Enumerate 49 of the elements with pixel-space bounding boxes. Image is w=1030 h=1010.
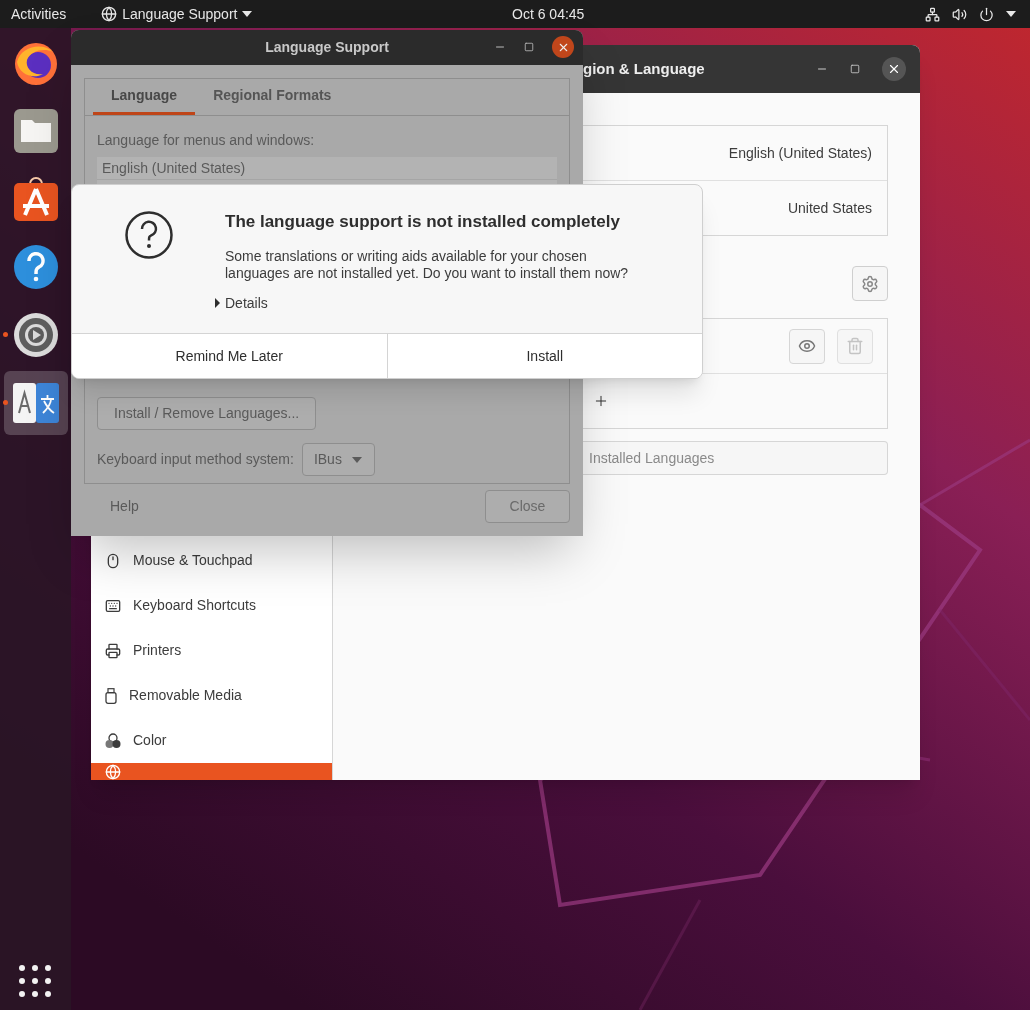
help-icon[interactable] bbox=[12, 244, 59, 290]
window-title: gion & Language bbox=[583, 58, 705, 79]
preview-button[interactable] bbox=[789, 328, 825, 364]
question-icon bbox=[124, 211, 173, 259]
shopping-bag-icon[interactable] bbox=[12, 176, 59, 222]
window-title: Language Support bbox=[265, 38, 389, 57]
app-menu[interactable]: Language Support bbox=[101, 3, 253, 25]
close-button[interactable] bbox=[882, 57, 906, 81]
printer-icon bbox=[105, 642, 121, 659]
color-circles-icon bbox=[105, 732, 121, 749]
tab[interactable]: Language bbox=[93, 79, 196, 115]
folder-icon[interactable] bbox=[12, 108, 59, 154]
globe-icon bbox=[101, 6, 118, 22]
formats-value[interactable]: United States bbox=[787, 197, 872, 219]
maximize-icon[interactable] bbox=[524, 42, 534, 52]
fox-globe-icon[interactable] bbox=[12, 40, 59, 86]
power-icon[interactable] bbox=[979, 6, 994, 22]
keyboard-icon bbox=[105, 597, 121, 614]
dropdown-caret-icon bbox=[351, 456, 362, 463]
keyboard-label: Keyboard input method system: bbox=[97, 450, 294, 469]
volume-icon[interactable] bbox=[952, 6, 967, 22]
dialog-button[interactable]: Install bbox=[386, 334, 702, 378]
list-label: Language for menus and windows: bbox=[97, 132, 315, 148]
mouse-icon bbox=[105, 552, 121, 569]
maximize-icon[interactable] bbox=[850, 64, 860, 74]
activities-button[interactable]: Activities bbox=[11, 3, 67, 25]
details-expander[interactable]: Details bbox=[215, 292, 268, 314]
dialog-button[interactable]: Remind Me Later bbox=[72, 334, 387, 378]
app-grid-icon[interactable] bbox=[19, 965, 51, 997]
translate-icon[interactable] bbox=[12, 383, 59, 423]
system-menu-caret-icon bbox=[1006, 11, 1016, 17]
close-icon bbox=[887, 62, 901, 76]
usb-stick-icon bbox=[105, 687, 117, 704]
close-button[interactable] bbox=[552, 36, 574, 58]
caret-icon bbox=[242, 11, 253, 17]
trash-icon bbox=[846, 337, 864, 355]
gear-icon[interactable] bbox=[12, 312, 59, 358]
network-icon[interactable] bbox=[925, 6, 940, 22]
gear-icon bbox=[861, 274, 879, 293]
settings-button[interactable] bbox=[852, 266, 888, 301]
clock[interactable]: Oct 6 04:45 bbox=[512, 3, 585, 25]
eye-icon bbox=[798, 337, 816, 355]
expander-triangle-icon bbox=[215, 298, 220, 308]
sidebar-item[interactable] bbox=[91, 763, 332, 780]
language-value[interactable]: English (United States) bbox=[728, 142, 872, 164]
add-icon[interactable] bbox=[593, 393, 609, 409]
globe-icon bbox=[105, 764, 121, 780]
dialog-title: The language support is not installed completely bbox=[225, 211, 621, 233]
dialog-message: Some translations or writing aids available for your chosen languages are not installed yet. Do you want to install them now? bbox=[225, 247, 630, 282]
